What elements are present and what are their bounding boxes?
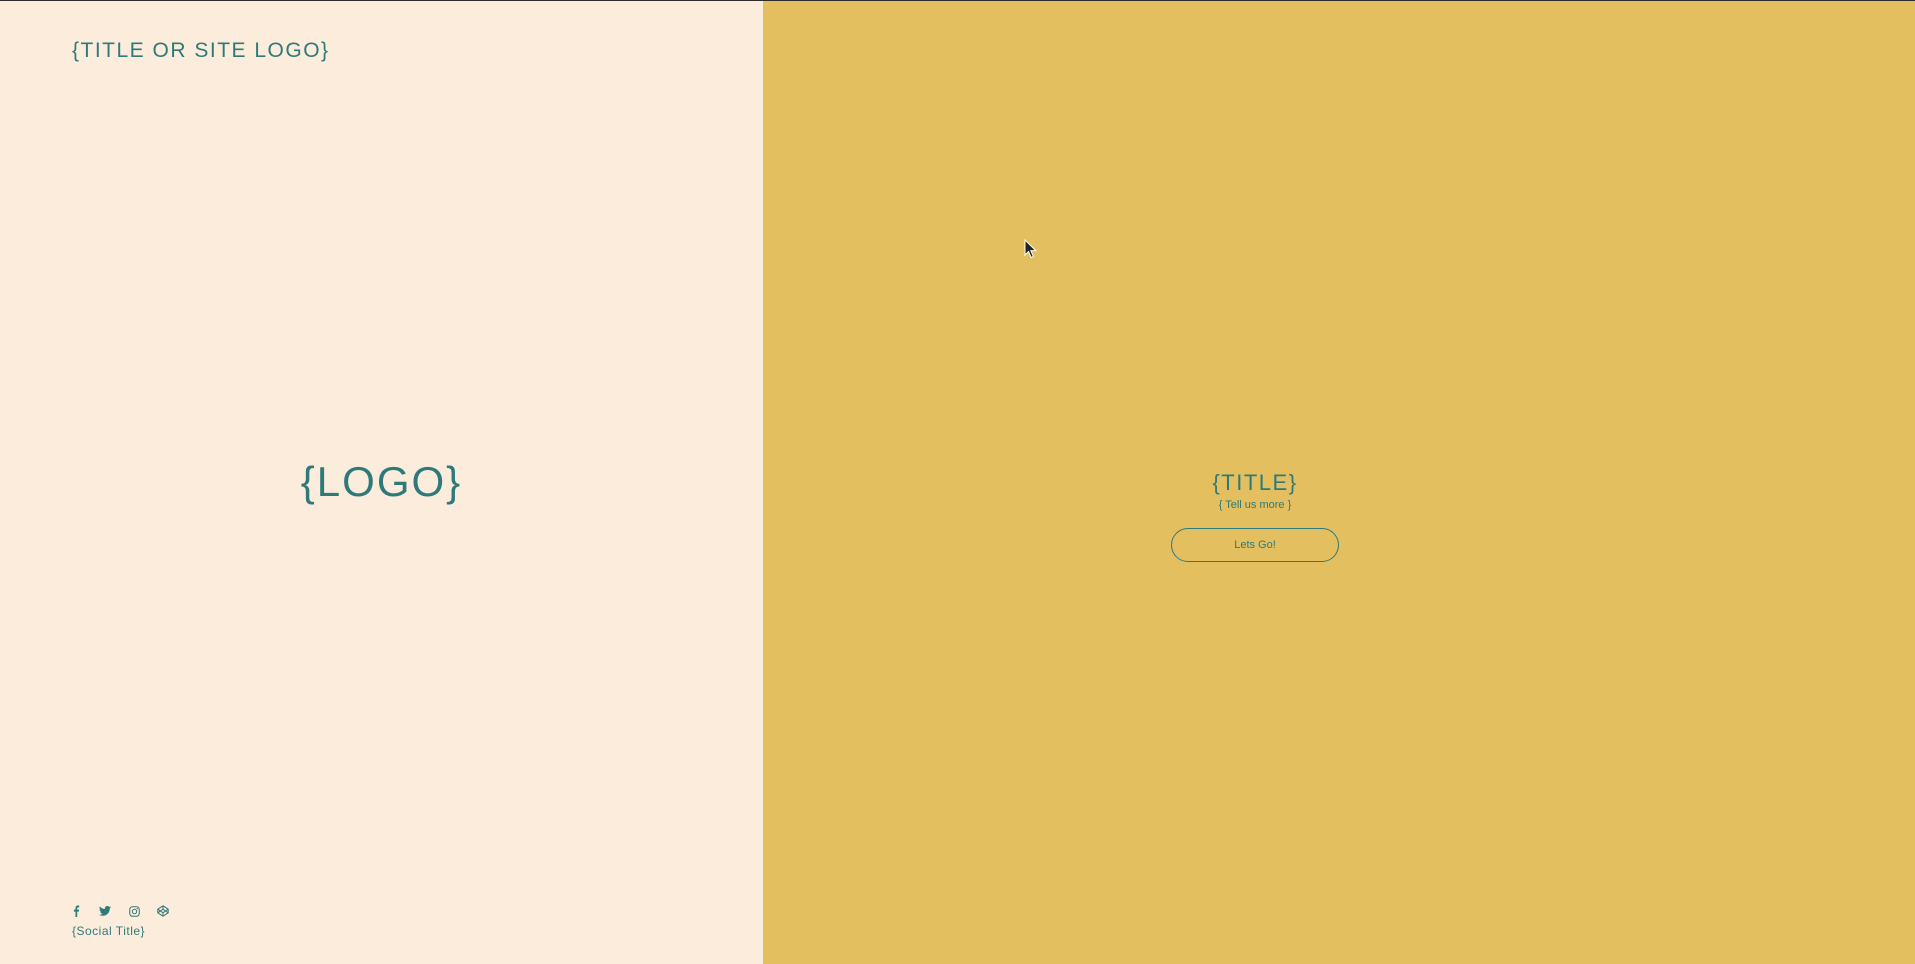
- social-title: {Social Title}: [72, 924, 146, 938]
- instagram-icon[interactable]: [126, 903, 142, 919]
- lets-go-button[interactable]: Lets Go!: [1171, 528, 1339, 562]
- mouse-cursor-icon: [1024, 239, 1038, 259]
- cta-section: {TITLE} { Tell us more } Lets Go!: [1171, 470, 1339, 562]
- cta-title: {TITLE}: [1212, 470, 1298, 495]
- twitter-icon[interactable]: [97, 903, 113, 919]
- left-panel: {TITLE OR SITE LOGO} {LOGO} {Social Titl…: [0, 1, 763, 964]
- cta-subtitle: { Tell us more }: [1218, 499, 1292, 511]
- facebook-icon[interactable]: [68, 903, 84, 919]
- codepen-icon[interactable]: [155, 903, 171, 919]
- social-links: [68, 903, 171, 919]
- right-panel: [763, 1, 1915, 964]
- site-title[interactable]: {TITLE OR SITE LOGO}: [72, 39, 330, 63]
- hero-logo: {LOGO}: [300, 458, 463, 505]
